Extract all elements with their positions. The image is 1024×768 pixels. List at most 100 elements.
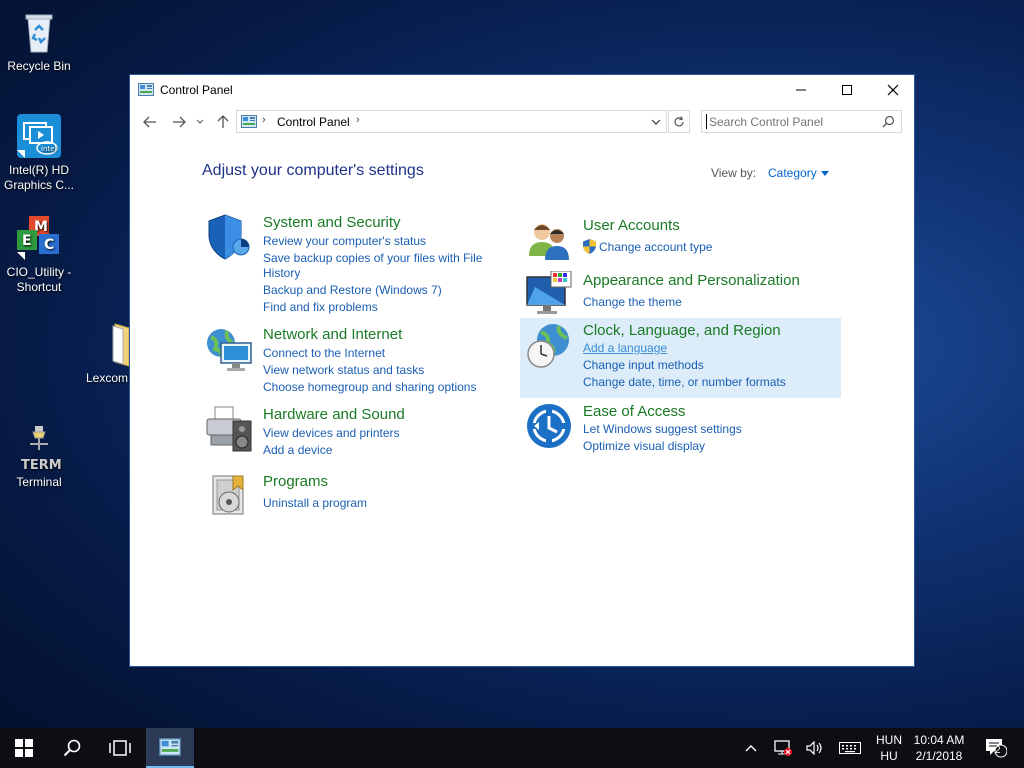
desktop-icon-label: CIO_Utility - Shortcut bbox=[6, 265, 72, 294]
desktop-icon-recycle-bin[interactable]: Recycle Bin bbox=[0, 8, 78, 74]
task-view-button[interactable] bbox=[96, 728, 144, 768]
category-hardware-sound: Hardware and Sound View devices and prin… bbox=[205, 405, 505, 465]
taskbar-control-panel[interactable] bbox=[146, 728, 194, 768]
cio-utility-icon: MEC bbox=[15, 214, 63, 262]
uac-shield-icon bbox=[583, 239, 596, 254]
chevron-down-icon[interactable] bbox=[821, 171, 829, 176]
link-backup-restore[interactable]: Backup and Restore (Windows 7) bbox=[263, 283, 442, 298]
view-by-dropdown[interactable]: Category bbox=[768, 166, 817, 180]
recent-locations-button[interactable] bbox=[194, 112, 206, 132]
breadcrumb-control-panel[interactable]: Control Panel bbox=[277, 115, 350, 129]
category-clock-language-region[interactable]: Clock, Language, and Region Add a langua… bbox=[520, 318, 841, 398]
breadcrumb-separator-icon[interactable]: › bbox=[356, 114, 360, 126]
notification-count: 2 bbox=[995, 745, 1001, 756]
intel-graphics-icon: intel bbox=[15, 112, 63, 160]
desktop-icon-label: Recycle Bin bbox=[7, 59, 71, 73]
search-box[interactable] bbox=[701, 110, 902, 133]
clock-globe-icon[interactable] bbox=[525, 322, 573, 370]
up-button[interactable] bbox=[213, 112, 233, 132]
category-title[interactable]: Hardware and Sound bbox=[263, 406, 405, 423]
link-optimize-visual-display[interactable]: Optimize visual display bbox=[583, 439, 705, 454]
category-appearance: Appearance and Personalization Change th… bbox=[525, 270, 825, 315]
windows-logo-icon bbox=[15, 739, 33, 757]
link-file-history-cont[interactable]: History bbox=[263, 266, 300, 281]
clock-time: 10:04 AM bbox=[913, 733, 965, 747]
link-change-account-type[interactable]: Change account type bbox=[599, 240, 712, 255]
title-bar[interactable]: Control Panel bbox=[130, 75, 914, 106]
link-change-date-time-formats[interactable]: Change date, time, or number formats bbox=[583, 375, 786, 390]
desktop-icon-terminal[interactable]: TERM Terminal bbox=[0, 424, 78, 490]
link-network-status[interactable]: View network status and tasks bbox=[263, 363, 424, 378]
link-connect-internet[interactable]: Connect to the Internet bbox=[263, 346, 385, 361]
link-homegroup[interactable]: Choose homegroup and sharing options bbox=[263, 380, 476, 395]
volume-button[interactable] bbox=[803, 728, 827, 768]
action-center-button[interactable]: 2 bbox=[976, 728, 1016, 768]
control-panel-icon bbox=[138, 83, 154, 96]
link-change-input-methods[interactable]: Change input methods bbox=[583, 358, 704, 373]
category-system-security: System and Security Review your computer… bbox=[205, 213, 505, 315]
close-button[interactable] bbox=[870, 75, 916, 105]
category-title[interactable]: Ease of Access bbox=[583, 403, 686, 420]
search-button[interactable] bbox=[48, 728, 96, 768]
link-add-device[interactable]: Add a device bbox=[263, 443, 332, 458]
terminal-icon: TERM bbox=[15, 424, 63, 473]
refresh-button[interactable] bbox=[668, 110, 690, 133]
forward-button[interactable] bbox=[169, 112, 189, 132]
appearance-monitor-icon[interactable] bbox=[525, 270, 573, 319]
control-panel-icon bbox=[241, 115, 257, 128]
refresh-icon bbox=[674, 115, 684, 126]
window-title: Control Panel bbox=[160, 83, 233, 97]
arrow-up-icon bbox=[217, 115, 229, 128]
chevron-up-icon bbox=[745, 745, 757, 752]
touch-keyboard-button[interactable] bbox=[835, 728, 865, 768]
close-icon bbox=[887, 84, 899, 96]
maximize-button[interactable] bbox=[824, 75, 870, 105]
link-file-history[interactable]: Save backup copies of your files with Fi… bbox=[263, 251, 482, 266]
address-dropdown-button[interactable] bbox=[648, 113, 664, 130]
back-button[interactable] bbox=[140, 112, 160, 132]
link-add-language[interactable]: Add a language bbox=[583, 341, 667, 356]
category-title[interactable]: Network and Internet bbox=[263, 326, 402, 343]
link-windows-suggest-settings[interactable]: Let Windows suggest settings bbox=[583, 422, 742, 437]
shield-icon[interactable] bbox=[205, 213, 253, 261]
users-icon[interactable] bbox=[525, 216, 573, 264]
network-globe-icon[interactable] bbox=[205, 325, 253, 373]
start-button[interactable] bbox=[0, 728, 48, 768]
input-language-button[interactable]: HUN HU bbox=[870, 728, 908, 768]
task-view-icon bbox=[109, 740, 131, 756]
chevron-down-icon bbox=[651, 119, 661, 125]
speaker-icon bbox=[806, 741, 822, 755]
control-panel-window: Control Panel › Control Panel › Search C… bbox=[129, 74, 915, 667]
navigation-bar: › Control Panel › bbox=[130, 108, 914, 136]
control-panel-icon bbox=[159, 738, 181, 756]
breadcrumb-separator-icon[interactable]: › bbox=[262, 114, 266, 126]
category-title[interactable]: Appearance and Personalization bbox=[583, 272, 800, 289]
programs-icon[interactable] bbox=[205, 472, 253, 520]
link-find-fix-problems[interactable]: Find and fix problems bbox=[263, 300, 378, 315]
keyboard-icon bbox=[839, 742, 861, 754]
link-uninstall-program[interactable]: Uninstall a program bbox=[263, 496, 367, 511]
category-title[interactable]: User Accounts bbox=[583, 217, 680, 234]
search-icon bbox=[63, 739, 81, 757]
desktop-icon-cio-utility[interactable]: MEC CIO_Utility - Shortcut bbox=[0, 214, 78, 295]
search-icon[interactable] bbox=[882, 115, 895, 133]
desktop-icon-label: Terminal bbox=[16, 475, 62, 489]
category-title[interactable]: System and Security bbox=[263, 214, 401, 231]
category-title[interactable]: Programs bbox=[263, 473, 328, 490]
network-status-button[interactable] bbox=[771, 728, 795, 768]
printer-speaker-icon[interactable] bbox=[205, 405, 253, 453]
ease-of-access-icon[interactable] bbox=[525, 402, 573, 450]
link-review-status[interactable]: Review your computer's status bbox=[263, 234, 426, 249]
search-input[interactable] bbox=[706, 114, 876, 129]
svg-text:C: C bbox=[44, 237, 54, 253]
svg-text:TERM: TERM bbox=[21, 458, 62, 472]
address-bar[interactable]: › Control Panel › bbox=[236, 110, 667, 133]
link-devices-printers[interactable]: View devices and printers bbox=[263, 426, 400, 441]
link-change-theme[interactable]: Change the theme bbox=[583, 295, 682, 310]
clock-button[interactable]: 10:04 AM 2/1/2018 bbox=[908, 728, 970, 768]
category-title[interactable]: Clock, Language, and Region bbox=[583, 322, 781, 339]
svg-text:intel: intel bbox=[41, 145, 56, 153]
minimize-button[interactable] bbox=[778, 75, 824, 105]
show-hidden-icons-button[interactable] bbox=[740, 728, 762, 768]
desktop-icon-intel-graphics[interactable]: intel Intel(R) HD Graphics C... bbox=[0, 112, 78, 193]
